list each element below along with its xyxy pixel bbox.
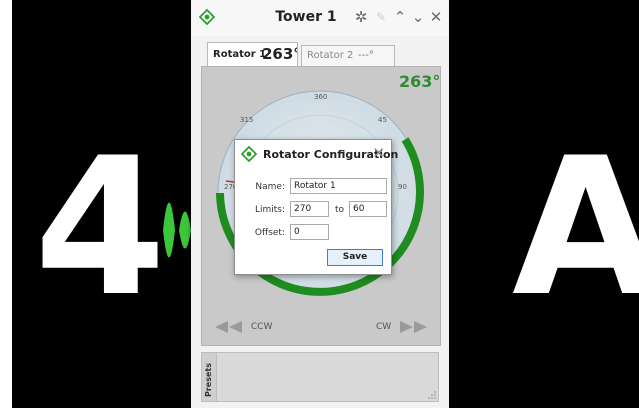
tab-heading: ---° [358, 50, 374, 61]
svg-text:360: 360 [314, 93, 327, 101]
settings-icon[interactable]: ✲ [353, 8, 369, 26]
name-field[interactable] [290, 178, 387, 194]
tab-heading: 263° [262, 45, 298, 63]
name-label: Name: [255, 182, 285, 192]
tab-rotator-1[interactable]: Rotator 1 263° [207, 42, 298, 66]
rotate-ccw-button[interactable]: CCW [214, 320, 276, 340]
titlebar: Tower 1 ✲ ✎ ⌃ ⌄ ✕ [191, 0, 449, 36]
rotator-tabs: Rotator 1 263° Rotator 2 ---° [197, 42, 443, 66]
cw-arrow-icon [400, 321, 427, 333]
rotator-configuration-dialog: Rotator Configuration ✕ Name: Limits: to… [234, 139, 398, 275]
tab-label: Rotator 2 [307, 50, 354, 61]
dialog-close-icon[interactable]: ✕ [372, 144, 385, 162]
presets-label: Presets [204, 362, 213, 397]
heading-readout: 263° [399, 72, 441, 91]
limits-to-label: to [335, 205, 345, 215]
app-logo-icon [241, 146, 257, 162]
offset-label: Offset: [254, 228, 285, 238]
background-text-right: A [512, 117, 639, 338]
save-button[interactable]: Save [327, 249, 383, 266]
svg-text:45: 45 [378, 116, 387, 124]
background-text-left: 4 [34, 117, 167, 338]
svg-text:90: 90 [398, 183, 407, 191]
ccw-label: CCW [250, 322, 273, 332]
chevron-down-icon[interactable]: ⌄ [410, 8, 426, 26]
resize-grip-icon[interactable] [428, 391, 436, 399]
presets-tab[interactable]: Presets [202, 353, 217, 401]
limit-to-field[interactable] [349, 201, 387, 217]
cw-label: CW [375, 322, 392, 332]
svg-text:315: 315 [240, 116, 253, 124]
chevron-up-icon[interactable]: ⌃ [392, 8, 408, 26]
rotate-cw-button[interactable]: CW [372, 320, 428, 340]
presets-panel: Presets [201, 352, 439, 402]
window-title: Tower 1 [275, 9, 337, 25]
tab-rotator-2[interactable]: Rotator 2 ---° [301, 45, 395, 66]
tab-label: Rotator 1 [213, 49, 267, 60]
pin-icon[interactable]: ✎ [373, 8, 389, 26]
app-logo-icon [199, 9, 215, 25]
ccw-arrow-icon [215, 321, 242, 333]
limits-label: Limits: [254, 205, 285, 215]
offset-field[interactable] [290, 224, 329, 240]
limit-from-field[interactable] [290, 201, 329, 217]
close-icon[interactable]: ✕ [428, 8, 444, 26]
